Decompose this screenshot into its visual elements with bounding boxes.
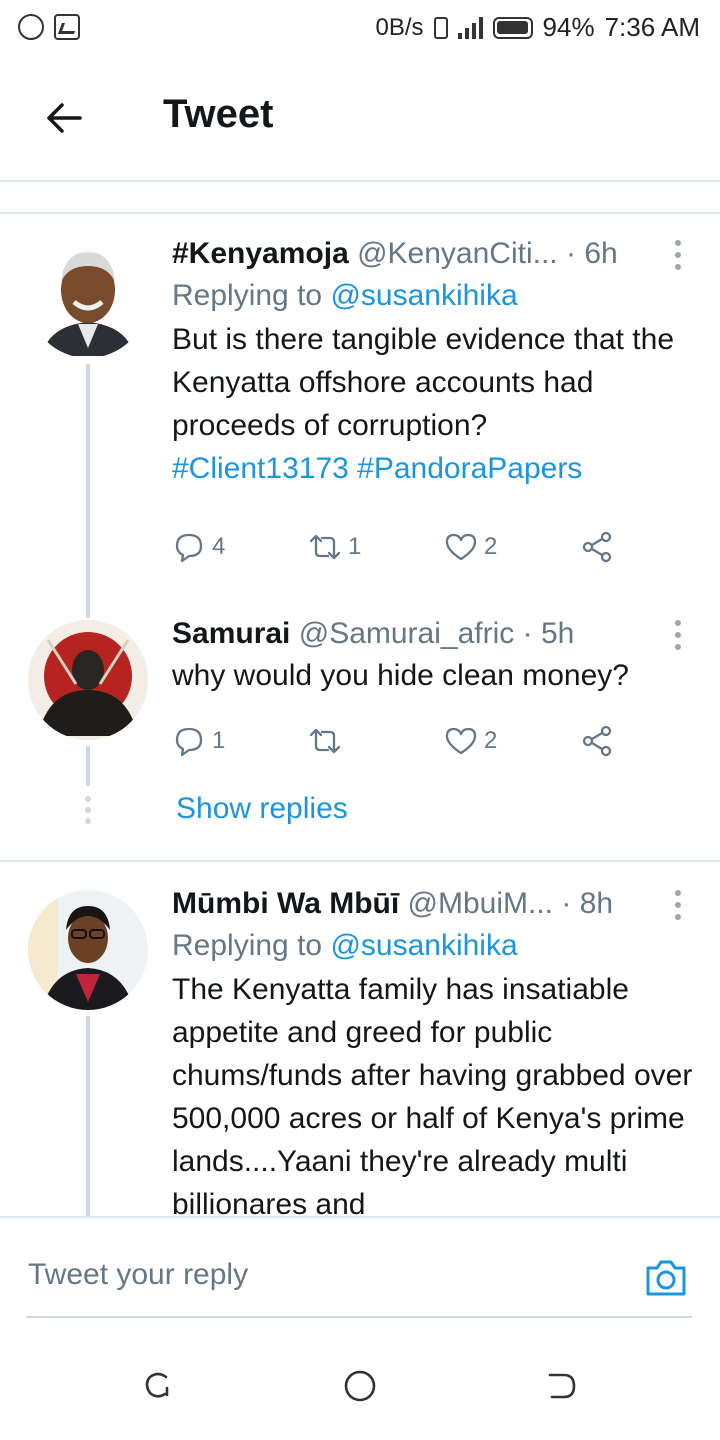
retweet-button[interactable]	[308, 724, 348, 758]
like-button[interactable]: 2	[444, 724, 497, 758]
reply-icon	[175, 533, 203, 563]
whatsapp-icon	[18, 14, 44, 40]
replying-to: Replying to @susankihika	[172, 924, 702, 968]
reply-count: 4	[212, 533, 226, 560]
more-options-icon[interactable]	[674, 890, 682, 924]
tweet-time: 6h	[584, 237, 618, 270]
reply-bar: Tweet your reply	[0, 1216, 720, 1320]
more-options-icon[interactable]	[674, 240, 682, 274]
tweet-meta: #Kenyamoja @KenyanCiti... · 6h	[172, 234, 702, 274]
display-name[interactable]: Mūmbi Wa Mbūī	[172, 887, 399, 920]
dot-separator: ·	[522, 617, 533, 650]
avatar[interactable]	[28, 890, 148, 1010]
vibrate-icon	[433, 16, 448, 39]
dot-separator: ·	[565, 237, 576, 270]
replying-to: Replying to @susankihika	[172, 274, 702, 318]
retweet-count: 1	[348, 533, 362, 560]
avatar[interactable]	[28, 620, 148, 740]
user-handle[interactable]: @Samurai_afric	[299, 617, 515, 650]
share-button[interactable]	[580, 530, 614, 564]
tweet-text: The Kenyatta family has insatiable appet…	[172, 973, 693, 1216]
reply-underline	[26, 1316, 692, 1318]
header-divider	[0, 180, 720, 182]
recents-icon[interactable]	[140, 1368, 176, 1404]
retweet-icon	[309, 534, 341, 560]
tweet-actions: 4 1 2	[172, 530, 632, 570]
tweet-actions: 1 2	[172, 724, 632, 764]
tweet-content: Samurai @Samurai_afric · 5h why would yo…	[172, 614, 702, 697]
heart-icon	[445, 533, 477, 561]
status-bar: 0B/s 94% 7:36 AM	[0, 0, 720, 56]
tweet-meta: Samurai @Samurai_afric · 5h	[172, 614, 702, 654]
user-handle[interactable]: @MbuiM...	[408, 887, 553, 920]
page-title: Tweet	[163, 92, 274, 136]
share-button[interactable]	[580, 724, 614, 758]
thread-dots	[85, 796, 91, 829]
tweet-content: Mūmbi Wa Mbūī @MbuiM... · 8h Replying to…	[172, 884, 702, 1216]
like-count: 2	[484, 727, 498, 754]
like-count: 2	[484, 533, 498, 560]
retweet-icon	[309, 728, 341, 754]
signal-icon	[457, 16, 483, 39]
tweet-text: why would you hide clean money?	[172, 659, 629, 692]
reply-button[interactable]: 1	[172, 724, 225, 758]
reply-input[interactable]: Tweet your reply	[28, 1258, 248, 1292]
replying-handle[interactable]: @susankihika	[330, 279, 517, 312]
gallery-icon	[54, 14, 80, 40]
replying-prefix: Replying to	[172, 279, 331, 312]
app-header: Tweet	[0, 56, 720, 180]
dot-separator: ·	[561, 887, 572, 920]
battery-icon	[492, 16, 533, 39]
section-divider	[0, 212, 720, 214]
hashtags[interactable]: #Client13173 #PandoraPapers	[172, 447, 702, 490]
network-speed: 0B/s	[375, 13, 424, 41]
avatar[interactable]	[28, 238, 148, 358]
battery-percent: 94%	[542, 12, 595, 42]
retweet-button[interactable]: 1	[308, 530, 361, 564]
home-icon[interactable]	[342, 1368, 378, 1404]
clock: 7:36 AM	[604, 12, 700, 42]
thread-line	[86, 746, 90, 786]
tweet-meta: Mūmbi Wa Mbūī @MbuiM... · 8h	[172, 884, 702, 924]
camera-icon[interactable]	[642, 1254, 690, 1302]
back-nav-icon[interactable]	[544, 1368, 580, 1404]
share-icon	[582, 725, 612, 757]
like-button[interactable]: 2	[444, 530, 497, 564]
tweet[interactable]: Mūmbi Wa Mbūī @MbuiM... · 8h Replying to…	[0, 862, 720, 1216]
reply-icon	[175, 727, 203, 757]
back-arrow-icon[interactable]	[40, 94, 88, 142]
reply-button[interactable]: 4	[172, 530, 225, 564]
more-options-icon[interactable]	[674, 620, 682, 654]
replying-handle[interactable]: @susankihika	[330, 929, 517, 962]
thread-line	[86, 1016, 90, 1216]
display-name[interactable]: Samurai	[172, 617, 290, 650]
system-nav-bar	[0, 1330, 720, 1440]
user-handle[interactable]: @KenyanCiti...	[357, 237, 558, 270]
share-icon	[582, 531, 612, 563]
tweet-body: But is there tangible evidence that the …	[172, 323, 675, 442]
heart-icon	[445, 727, 477, 755]
display-name[interactable]: #Kenyamoja	[172, 237, 349, 270]
thread-line	[86, 364, 90, 618]
show-replies-link[interactable]: Show replies	[176, 792, 348, 826]
tweet-content: #Kenyamoja @KenyanCiti... · 6h Replying …	[172, 234, 702, 490]
tweet-time: 5h	[540, 617, 575, 650]
replying-prefix: Replying to	[172, 929, 331, 962]
reply-count: 1	[212, 727, 226, 754]
tweet-text: But is there tangible evidence that the …	[172, 318, 702, 490]
tweet-time: 8h	[579, 887, 614, 920]
